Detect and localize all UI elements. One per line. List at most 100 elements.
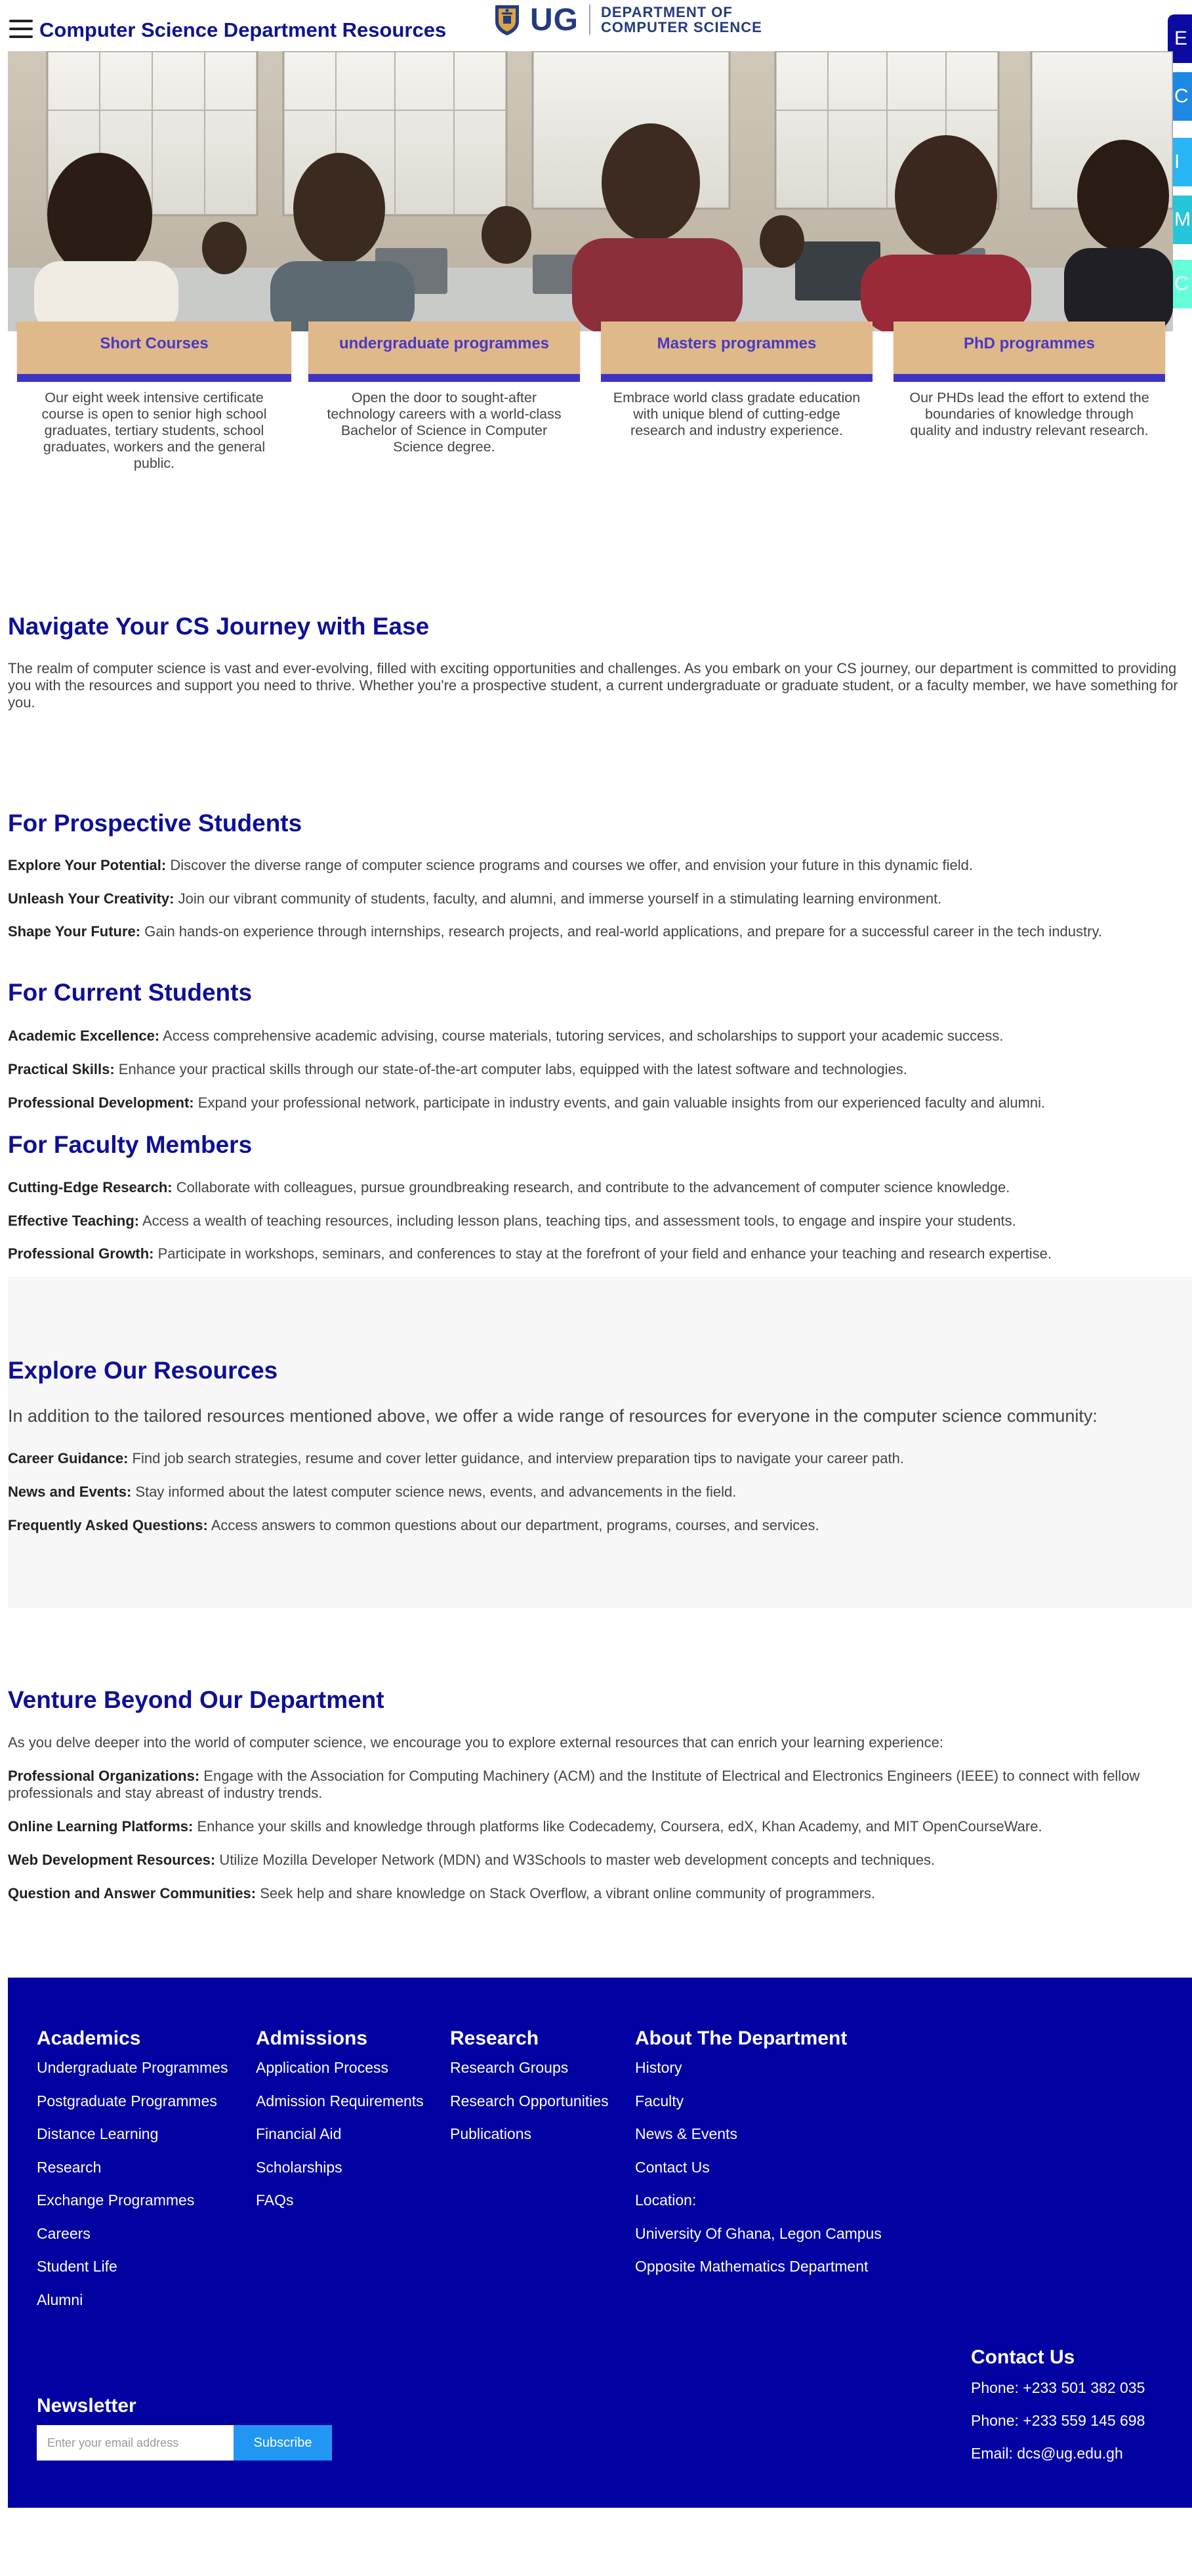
item-text: Access a wealth of teaching resources, i…: [142, 1213, 1016, 1229]
resources-heading: Explore Our Resources: [8, 1357, 278, 1384]
program-card-accent: [894, 374, 1165, 382]
footer-link[interactable]: Admission Requirements: [256, 2092, 424, 2110]
item-label: Practical Skills:: [8, 1061, 115, 1077]
item-label: News and Events:: [8, 1484, 132, 1500]
prospective-heading: For Prospective Students: [8, 810, 302, 837]
item-label: Question and Answer Communities:: [8, 1885, 257, 1901]
logo-dept-line-1: DEPARTMENT OF: [601, 4, 733, 20]
footer-link[interactable]: Exchange Programmes: [37, 2192, 194, 2209]
prospective-item: Shape Your Future: Gain hands-on experie…: [8, 923, 1182, 940]
program-card-title-bar[interactable]: undergraduate programmes: [308, 322, 580, 374]
footer-link[interactable]: Undergraduate Programmes: [37, 2059, 228, 2077]
footer-link[interactable]: Research: [37, 2159, 101, 2176]
resources-item: Frequently Asked Questions: Access answe…: [8, 1517, 1182, 1534]
footer-about-heading: About The Department: [635, 2027, 848, 2049]
logo-text: UG: [530, 2, 579, 37]
footer-link[interactable]: Financial Aid: [256, 2125, 341, 2143]
resources-item: Career Guidance: Find job search strateg…: [8, 1450, 1182, 1467]
program-card-title-bar[interactable]: Short Courses: [17, 322, 291, 374]
beyond-item: Online Learning Platforms: Enhance your …: [8, 1818, 1182, 1835]
prospective-item: Explore Your Potential: Discover the div…: [8, 857, 1182, 874]
footer-link[interactable]: Alumni: [37, 2291, 83, 2309]
item-text: Expand your professional network, partic…: [197, 1094, 1046, 1111]
footer-contact-phone-2[interactable]: Phone: +233 559 145 698: [971, 2412, 1145, 2430]
footer-link[interactable]: Contact Us: [635, 2159, 710, 2176]
newsletter-email-input[interactable]: [37, 2425, 234, 2461]
item-text: Access answers to common questions about…: [211, 1517, 819, 1533]
menu-icon[interactable]: [9, 20, 33, 38]
footer-link[interactable]: Research Opportunities: [450, 2092, 609, 2110]
footer-link[interactable]: Faculty: [635, 2092, 684, 2110]
program-card-description: Open the door to sought-after technology…: [327, 390, 562, 455]
resources-item: News and Events: Stay informed about the…: [8, 1484, 1182, 1501]
site-header: Computer Science Department Resources UG…: [0, 0, 1192, 51]
program-card-phd[interactable]: PhD programmes Our PHDs lead the effort …: [894, 322, 1165, 439]
side-tab-label: I: [1174, 151, 1180, 173]
program-card-title-bar[interactable]: PhD programmes: [894, 322, 1165, 374]
item-text: Stay informed about the latest computer …: [135, 1484, 737, 1500]
program-card-description: Our eight week intensive certificate cou…: [41, 390, 267, 471]
side-tab-label: M: [1174, 209, 1191, 230]
footer-link[interactable]: Scholarships: [256, 2159, 342, 2176]
item-text: Seek help and share knowledge on Stack O…: [260, 1885, 876, 1901]
item-text: Access comprehensive academic advising, …: [163, 1028, 1004, 1044]
resources-section: [8, 1277, 1192, 1608]
program-card-accent: [17, 374, 291, 382]
footer-link[interactable]: Research Groups: [450, 2059, 568, 2077]
program-card-undergraduate[interactable]: undergraduate programmes Open the door t…: [308, 322, 580, 455]
hero-image: [8, 51, 1173, 331]
side-tab-label: E: [1174, 28, 1188, 49]
current-item: Practical Skills: Enhance your practical…: [8, 1061, 1182, 1078]
item-label: Shape Your Future:: [8, 923, 141, 940]
program-card-accent: [308, 374, 580, 382]
item-text: Find job search strategies, resume and c…: [132, 1450, 904, 1466]
footer-link[interactable]: News & Events: [635, 2125, 737, 2143]
footer-link[interactable]: Postgraduate Programmes: [37, 2092, 217, 2110]
beyond-item: Professional Organizations: Engage with …: [8, 1768, 1189, 1802]
faculty-item: Cutting-Edge Research: Collaborate with …: [8, 1179, 1182, 1196]
intro-text: The realm of computer science is vast an…: [8, 660, 1178, 711]
ug-logo[interactable]: UG DEPARTMENT OF COMPUTER SCIENCE: [493, 1, 762, 38]
program-card-accent: [601, 374, 873, 382]
program-card-short-courses[interactable]: Short Courses Our eight week intensive c…: [17, 322, 291, 472]
footer-link[interactable]: Distance Learning: [37, 2125, 158, 2143]
footer-link[interactable]: FAQs: [256, 2192, 294, 2209]
item-label: Web Development Resources:: [8, 1852, 216, 1868]
program-card-masters[interactable]: Masters programmes Embrace world class g…: [601, 322, 873, 439]
item-text: Gain hands-on experience through interns…: [144, 923, 1102, 940]
item-text: Discover the diverse range of computer s…: [170, 857, 974, 873]
item-label: Explore Your Potential:: [8, 857, 167, 873]
item-text: Utilize Mozilla Developer Network (MDN) …: [219, 1852, 935, 1868]
site-title[interactable]: Computer Science Department Resources: [39, 18, 446, 42]
footer-location-line: University Of Ghana, Legon Campus: [635, 2225, 882, 2242]
footer-link[interactable]: Careers: [37, 2225, 91, 2243]
footer-contact-email[interactable]: Email: dcs@ug.edu.gh: [971, 2445, 1123, 2462]
footer-link[interactable]: History: [635, 2059, 682, 2077]
prospective-item: Unleash Your Creativity: Join our vibran…: [8, 890, 1182, 907]
faculty-item: Professional Growth: Participate in work…: [8, 1245, 1182, 1262]
classroom-photo: [8, 51, 1173, 331]
item-label: Cutting-Edge Research:: [8, 1179, 173, 1195]
item-label: Professional Development:: [8, 1094, 194, 1111]
footer-research-heading: Research: [450, 2027, 539, 2049]
resources-lead: In addition to the tailored resources me…: [8, 1406, 1098, 1426]
newsletter-heading: Newsletter: [37, 2395, 136, 2417]
footer-link[interactable]: Publications: [450, 2125, 531, 2143]
logo-divider: [589, 5, 590, 35]
beyond-heading: Venture Beyond Our Department: [8, 1686, 384, 1713]
program-card-title-bar[interactable]: Masters programmes: [601, 322, 873, 374]
faculty-item: Effective Teaching: Access a wealth of t…: [8, 1213, 1182, 1230]
current-item: Academic Excellence: Access comprehensiv…: [8, 1028, 1182, 1045]
item-label: Frequently Asked Questions:: [8, 1517, 208, 1533]
program-card-title: Masters programmes: [657, 335, 817, 352]
footer-link[interactable]: Student Life: [37, 2258, 117, 2275]
current-item: Professional Development: Expand your pr…: [8, 1094, 1182, 1111]
footer-contact-phone-1[interactable]: Phone: +233 501 382 035: [971, 2379, 1145, 2397]
program-card-description: Our PHDs lead the effort to extend the b…: [909, 390, 1149, 438]
footer-link[interactable]: Application Process: [256, 2059, 388, 2077]
item-text: Join our vibrant community of students, …: [178, 890, 942, 907]
item-label: Effective Teaching:: [8, 1213, 140, 1229]
footer-academics-heading: Academics: [37, 2027, 141, 2049]
program-card-title: undergraduate programmes: [339, 335, 550, 352]
subscribe-button[interactable]: Subscribe: [234, 2425, 332, 2461]
